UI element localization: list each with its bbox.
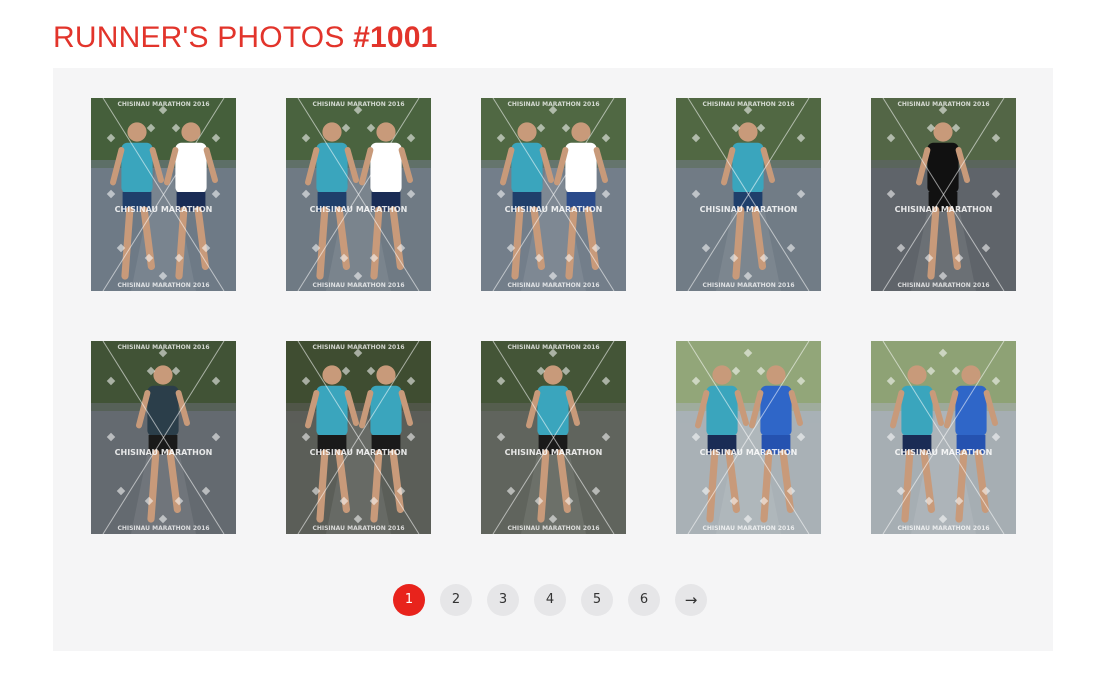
watermark-center-text: CHISINAU MARATHON (505, 205, 603, 214)
next-page-button[interactable]: → (675, 584, 707, 616)
photo-thumbnail[interactable]: CHISINAU MARATHON 2016 CHISINAU MARATHON C… (91, 98, 236, 291)
watermark-bottom-text: CHISINAU MARATHON 2016 (897, 282, 989, 289)
photo-thumbnail[interactable]: CHISINAU MARATHON 2016 CHISINAU MARATHON C… (481, 341, 626, 534)
watermark-top-text: CHISINAU MARATHON 2016 (507, 344, 599, 351)
watermark-bottom-text: CHISINAU MARATHON 2016 (507, 282, 599, 289)
runner-photo: CHISINAU MARATHON CHISINAU MARATHON 2016 (871, 341, 1016, 534)
runner-photo: CHISINAU MARATHON 2016 CHISINAU MARATHON C… (481, 341, 626, 534)
page-button-5[interactable]: 5 (581, 584, 613, 616)
runner-photo: CHISINAU MARATHON 2016 CHISINAU MARATHON C… (91, 341, 236, 534)
page-button-3[interactable]: 3 (487, 584, 519, 616)
photo-thumbnail[interactable]: CHISINAU MARATHON 2016 CHISINAU MARATHON C… (481, 98, 626, 291)
page-button-6[interactable]: 6 (628, 584, 660, 616)
photo-thumbnail[interactable]: CHISINAU MARATHON 2016 CHISINAU MARATHON C… (91, 341, 236, 534)
watermark-center-text: CHISINAU MARATHON (700, 448, 798, 457)
photo-gallery: CHISINAU MARATHON 2016 CHISINAU MARATHON C… (53, 68, 1053, 651)
watermark-center-text: CHISINAU MARATHON (115, 205, 213, 214)
watermark-center-text: CHISINAU MARATHON (310, 205, 408, 214)
runner-photo: CHISINAU MARATHON 2016 CHISINAU MARATHON C… (91, 98, 236, 291)
watermark-bottom-text: CHISINAU MARATHON 2016 (312, 282, 404, 289)
page-title: RUNNER'S PHOTOS #1001 (53, 18, 438, 58)
page-button-2[interactable]: 2 (440, 584, 472, 616)
runner-photo: CHISINAU MARATHON 2016 CHISINAU MARATHON C… (676, 98, 821, 291)
watermark-top-text: CHISINAU MARATHON 2016 (702, 101, 794, 108)
runner-number: #1001 (353, 21, 438, 54)
watermark-center-text: CHISINAU MARATHON (115, 448, 213, 457)
photo-thumbnail[interactable]: CHISINAU MARATHON CHISINAU MARATHON 2016 (676, 341, 821, 534)
page-button-4[interactable]: 4 (534, 584, 566, 616)
watermark-bottom-text: CHISINAU MARATHON 2016 (897, 525, 989, 532)
runner-photo: CHISINAU MARATHON 2016 CHISINAU MARATHON C… (286, 341, 431, 534)
watermark-center-text: CHISINAU MARATHON (895, 448, 993, 457)
watermark-top-text: CHISINAU MARATHON 2016 (312, 344, 404, 351)
runner-photo: CHISINAU MARATHON 2016 CHISINAU MARATHON C… (286, 98, 431, 291)
watermark-center-text: CHISINAU MARATHON (895, 205, 993, 214)
photo-thumbnail[interactable]: CHISINAU MARATHON 2016 CHISINAU MARATHON C… (676, 98, 821, 291)
page-button-1[interactable]: 1 (393, 584, 425, 616)
watermark-center-text: CHISINAU MARATHON (505, 448, 603, 457)
watermark-bottom-text: CHISINAU MARATHON 2016 (702, 525, 794, 532)
watermark-bottom-text: CHISINAU MARATHON 2016 (117, 525, 209, 532)
photo-thumbnail[interactable]: CHISINAU MARATHON 2016 CHISINAU MARATHON C… (286, 341, 431, 534)
watermark-top-text: CHISINAU MARATHON 2016 (507, 101, 599, 108)
watermark-top-text: CHISINAU MARATHON 2016 (897, 101, 989, 108)
photo-thumbnail[interactable]: CHISINAU MARATHON 2016 CHISINAU MARATHON C… (871, 98, 1016, 291)
runner-photo: CHISINAU MARATHON CHISINAU MARATHON 2016 (676, 341, 821, 534)
watermark-bottom-text: CHISINAU MARATHON 2016 (507, 525, 599, 532)
watermark-bottom-text: CHISINAU MARATHON 2016 (312, 525, 404, 532)
watermark-top-text: CHISINAU MARATHON 2016 (312, 101, 404, 108)
watermark-top-text: CHISINAU MARATHON 2016 (117, 101, 209, 108)
pagination: 1 2 3 4 5 6 → (53, 584, 1053, 616)
watermark-center-text: CHISINAU MARATHON (310, 448, 408, 457)
watermark-bottom-text: CHISINAU MARATHON 2016 (702, 282, 794, 289)
watermark-top-text: CHISINAU MARATHON 2016 (117, 344, 209, 351)
page-title-prefix: RUNNER'S PHOTOS (53, 21, 354, 54)
runner-photo: CHISINAU MARATHON 2016 CHISINAU MARATHON C… (481, 98, 626, 291)
watermark-center-text: CHISINAU MARATHON (700, 205, 798, 214)
photo-thumbnail[interactable]: CHISINAU MARATHON 2016 CHISINAU MARATHON C… (286, 98, 431, 291)
runner-photo: CHISINAU MARATHON 2016 CHISINAU MARATHON C… (871, 98, 1016, 291)
watermark-bottom-text: CHISINAU MARATHON 2016 (117, 282, 209, 289)
photo-thumbnail[interactable]: CHISINAU MARATHON CHISINAU MARATHON 2016 (871, 341, 1016, 534)
